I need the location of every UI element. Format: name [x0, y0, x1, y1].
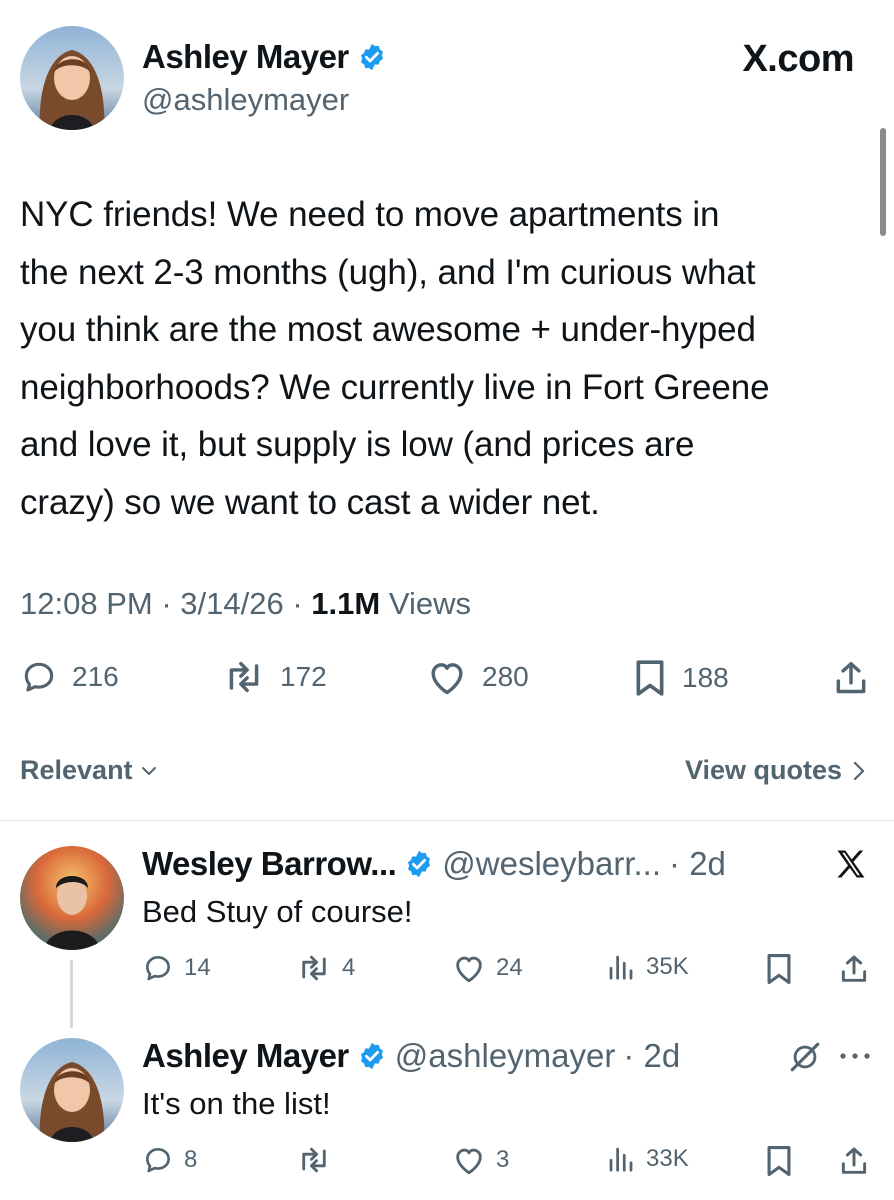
- bookmark-icon: [764, 952, 794, 986]
- view-quotes-link[interactable]: View quotes: [685, 755, 866, 786]
- tweet-text-line: the next 2-3 months (ugh), and I'm curio…: [20, 252, 756, 292]
- views-count: 33K: [646, 1145, 689, 1172]
- views-icon: [606, 952, 636, 982]
- tweet-text-line: and love it, but supply is low (and pric…: [20, 425, 695, 464]
- reply-header: Wesley Barrow... @wesleybarr... · 2d: [142, 845, 726, 883]
- views-count: 35K: [646, 953, 689, 980]
- reply-author-name[interactable]: Wesley Barrow...: [142, 845, 397, 883]
- share-icon: [832, 658, 870, 698]
- repost-button[interactable]: 4: [296, 952, 355, 984]
- verified-badge-icon: [357, 1041, 387, 1071]
- share-button[interactable]: [838, 1144, 870, 1178]
- tweet-text-line: crazy) so we want to cast a wider net.: [20, 482, 600, 522]
- tweet-text-line: you think are the most awesome + under-h…: [20, 310, 756, 349]
- like-count: 3: [496, 1146, 510, 1173]
- reply-text: Bed Stuy of course!: [142, 894, 413, 929]
- reply-author-handle[interactable]: @ashleymayer: [395, 1037, 616, 1075]
- reply-button[interactable]: 14: [142, 952, 211, 984]
- author-avatar[interactable]: [20, 26, 124, 130]
- reply-icon: [142, 1144, 174, 1176]
- reply-author-name[interactable]: Ashley Mayer: [142, 1037, 349, 1075]
- view-quotes-label: View quotes: [684, 755, 842, 785]
- like-button[interactable]: 3: [452, 1144, 509, 1176]
- reply-header: Ashley Mayer @ashleymayer · 2d: [142, 1037, 680, 1075]
- divider: [0, 820, 894, 821]
- author-handle[interactable]: @ashleymayer: [142, 82, 349, 118]
- repost-button[interactable]: [296, 1144, 342, 1176]
- reply-avatar[interactable]: [20, 1038, 124, 1142]
- repost-count: 4: [342, 954, 356, 981]
- repost-icon: [222, 658, 266, 696]
- author-name-text[interactable]: Ashley Mayer: [142, 38, 349, 76]
- bookmark-button[interactable]: [764, 1144, 794, 1178]
- reply-button[interactable]: 216: [20, 658, 119, 696]
- share-icon: [838, 1144, 870, 1178]
- sort-label: Relevant: [20, 755, 133, 785]
- chevron-right-icon: [852, 760, 866, 782]
- bookmark-button[interactable]: 188: [632, 658, 729, 698]
- like-icon: [452, 1144, 486, 1176]
- sort-dropdown[interactable]: Relevant: [20, 755, 159, 786]
- grok-icon[interactable]: [788, 1040, 822, 1074]
- reply-count: 216: [72, 661, 119, 692]
- thread-line: [70, 960, 73, 1028]
- like-count: 280: [482, 661, 529, 692]
- tweet-text-line: NYC friends! We need to move apartments …: [20, 195, 720, 234]
- share-button[interactable]: [832, 658, 870, 698]
- meta-separator: ·: [161, 586, 172, 621]
- like-count: 24: [496, 954, 523, 981]
- views-button[interactable]: 35K: [606, 952, 689, 982]
- reply-count: 8: [184, 1146, 198, 1173]
- views-icon: [606, 1144, 636, 1174]
- tweet-text-line: neighborhoods? We currently live in Fort…: [20, 367, 770, 407]
- verified-badge-icon: [357, 42, 387, 72]
- author-name[interactable]: Ashley Mayer: [142, 38, 387, 76]
- reply-button[interactable]: 8: [142, 1144, 197, 1176]
- repost-button[interactable]: 172: [222, 658, 327, 696]
- tweet-time[interactable]: 12:08 PM: [20, 586, 153, 621]
- chevron-down-icon: [139, 761, 159, 781]
- like-button[interactable]: 280: [426, 658, 529, 696]
- repost-count: 172: [280, 661, 327, 692]
- meta-separator: ·: [292, 586, 303, 621]
- reply-avatar[interactable]: [20, 846, 124, 950]
- bookmark-icon: [632, 658, 668, 698]
- more-icon[interactable]: [838, 1050, 872, 1062]
- reply-age: · 2d: [623, 1037, 681, 1074]
- share-icon: [838, 952, 870, 986]
- reply-icon: [142, 952, 174, 984]
- reply-age: · 2d: [669, 845, 726, 882]
- views-button[interactable]: 33K: [606, 1144, 689, 1174]
- x-logo-icon: [832, 846, 870, 882]
- repost-icon: [296, 1144, 332, 1176]
- repost-icon: [296, 952, 332, 984]
- share-button[interactable]: [838, 952, 870, 986]
- verified-badge-icon: [404, 849, 434, 879]
- bookmark-button[interactable]: [764, 952, 794, 986]
- scrollbar[interactable]: [880, 128, 886, 236]
- bookmark-icon: [764, 1144, 794, 1178]
- tweet-meta: 12:08 PM · 3/14/26 · 1.1M Views: [20, 586, 471, 622]
- reply-icon: [20, 658, 58, 696]
- reply-text: It's on the list!: [142, 1086, 331, 1121]
- views-label: Views: [388, 586, 471, 621]
- reply-author-handle[interactable]: @wesleybarr...: [442, 845, 661, 883]
- tweet-date[interactable]: 3/14/26: [180, 586, 283, 621]
- like-icon: [426, 658, 468, 696]
- like-icon: [452, 952, 486, 984]
- like-button[interactable]: 24: [452, 952, 523, 984]
- views-count: 1.1M: [311, 586, 381, 621]
- tweet-text: NYC friends! We need to move apartments …: [20, 186, 880, 531]
- reply-count: 14: [184, 954, 211, 981]
- brand-logo: X.com: [742, 38, 854, 80]
- bookmark-count: 188: [682, 662, 729, 693]
